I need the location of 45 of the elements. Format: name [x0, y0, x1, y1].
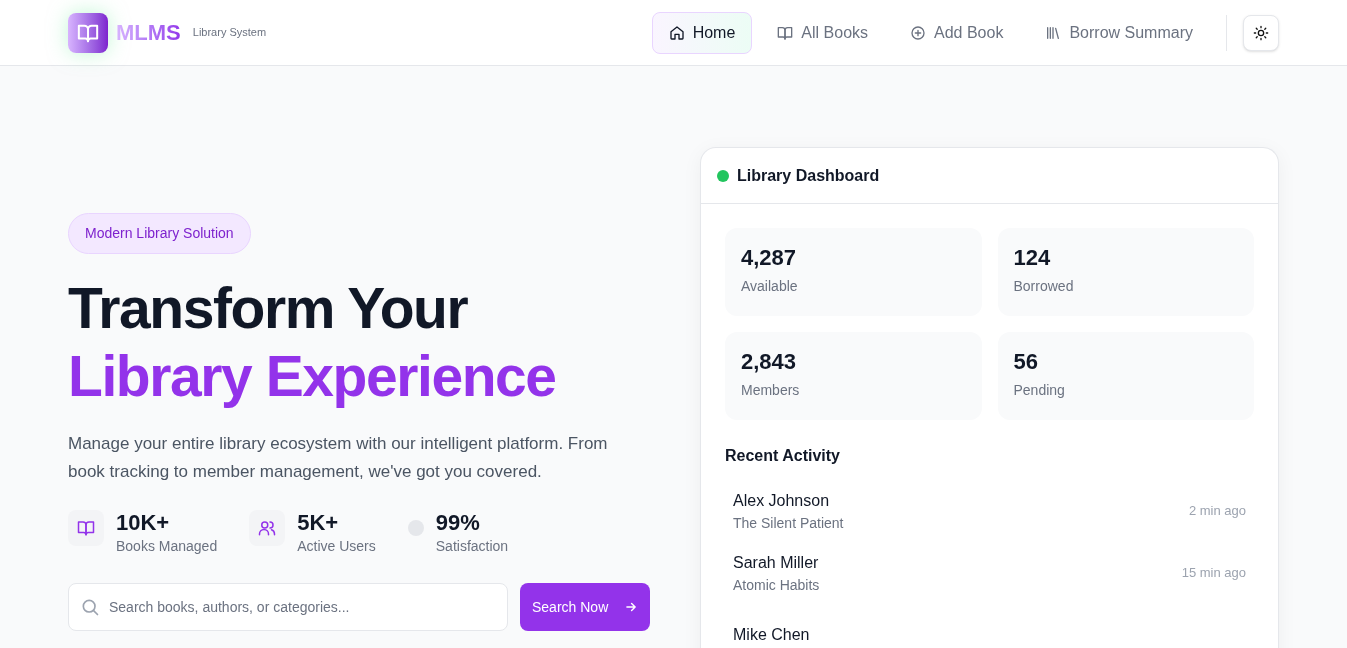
plus-circle-icon — [910, 24, 927, 41]
hero-title: Library Experience — [68, 343, 557, 410]
activity-time: 15 min ago — [1181, 564, 1246, 583]
metric-label: Available — [741, 277, 799, 296]
metric-label: Borrowed — [1013, 277, 1075, 296]
stat-value: 99% — [435, 510, 481, 536]
stat-label: Active Users — [297, 537, 376, 556]
home-icon — [668, 24, 685, 41]
nav-link[interactable]: Home — [651, 11, 753, 54]
users-icon — [258, 519, 277, 537]
metric-value: 2,843 — [741, 348, 798, 376]
arrow-right-icon — [624, 600, 639, 614]
metric-value: 56 — [1013, 348, 1039, 376]
nav-link[interactable]: All Books — [760, 11, 886, 54]
metric-label: Members — [741, 381, 801, 400]
member-name: Mike Chen — [733, 625, 810, 645]
nav-link[interactable]: Add Book — [893, 11, 1021, 54]
book-icon — [77, 519, 95, 537]
metric-value: 4,287 — [741, 244, 798, 272]
search-button[interactable]: Search Now — [520, 583, 651, 631]
hero-title: Transform Your — [68, 275, 469, 342]
book-title: The Silent Patient — [733, 513, 844, 533]
theme-toggle-button[interactable] — [1243, 14, 1279, 51]
book-icon — [777, 24, 794, 41]
section-title: Recent Activity — [725, 446, 841, 466]
dashboard-title: Library Dashboard — [737, 165, 880, 186]
search-field[interactable]: Search books, authors, or categories... — [68, 583, 508, 631]
logo-icon — [68, 12, 108, 53]
activity-time: 2 min ago — [1188, 502, 1246, 521]
member-name: Alex Johnson — [733, 490, 831, 511]
book-title: Atomic Habits — [733, 575, 820, 595]
sun-icon — [1253, 24, 1269, 41]
member-name: Sarah Miller — [733, 552, 820, 573]
bookshelf-icon — [1045, 24, 1062, 41]
nav-link[interactable]: Borrow Summary — [1028, 11, 1210, 54]
stat-label: Books Managed — [116, 537, 218, 556]
metric-value: 124 — [1013, 244, 1052, 272]
stat-value: 5K+ — [297, 510, 340, 536]
search-icon — [80, 597, 100, 617]
hero-description: Manage your entire library ecosystem with our intelligent platform. From book tracking to member management, we've got you covered. — [68, 433, 609, 483]
metric-label: Pending — [1013, 381, 1066, 400]
stat-value: 10K+ — [116, 510, 171, 536]
badge: Modern Library Solution — [68, 213, 251, 254]
stat-label: Satisfaction — [435, 537, 509, 556]
tagline: Library System — [192, 25, 267, 41]
